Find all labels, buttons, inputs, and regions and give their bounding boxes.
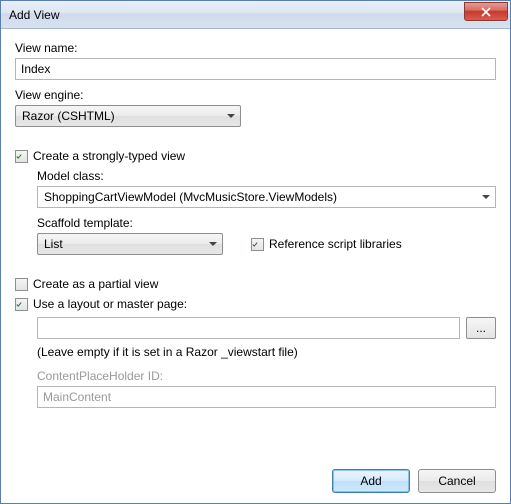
layout-checkbox[interactable] — [15, 298, 28, 311]
view-engine-select[interactable]: Razor (CSHTML) — [15, 105, 241, 127]
window-title: Add View — [9, 8, 464, 22]
titlebar: Add View — [1, 1, 510, 29]
view-name-label: View name: — [15, 41, 496, 55]
view-engine-value: Razor (CSHTML) — [22, 109, 115, 123]
cancel-button[interactable]: Cancel — [418, 469, 496, 493]
model-class-select[interactable]: ShoppingCartViewModel (MvcMusicStore.Vie… — [37, 186, 496, 208]
layout-row-check: Use a layout or master page: — [15, 297, 496, 311]
model-class-value: ShoppingCartViewModel (MvcMusicStore.Vie… — [44, 190, 337, 204]
cancel-button-label: Cancel — [438, 474, 475, 488]
view-engine-label: View engine: — [15, 88, 496, 102]
layout-hint: (Leave empty if it is set in a Razor _vi… — [37, 345, 496, 359]
strongly-typed-row: Create a strongly-typed view — [15, 149, 496, 163]
chevron-down-icon — [209, 242, 217, 246]
check-icon — [16, 299, 22, 310]
dialog-body: View name: View engine: Razor (CSHTML) C… — [1, 29, 510, 503]
partial-label: Create as a partial view — [33, 277, 158, 291]
add-view-dialog: Add View View name: View engine: Razor (… — [0, 0, 511, 504]
dialog-footer: Add Cancel — [15, 459, 496, 493]
chevron-down-icon — [482, 195, 490, 199]
scaffold-label: Scaffold template: — [37, 216, 496, 230]
strongly-typed-label: Create a strongly-typed view — [33, 149, 185, 163]
ref-scripts-checkbox[interactable] — [251, 238, 264, 251]
layout-label: Use a layout or master page: — [33, 297, 187, 311]
scaffold-select[interactable]: List — [37, 233, 223, 255]
add-button-label: Add — [360, 474, 381, 488]
browse-button[interactable]: ... — [466, 317, 496, 339]
browse-label: ... — [476, 321, 486, 335]
chevron-down-icon — [227, 114, 235, 118]
view-name-input[interactable] — [15, 58, 496, 80]
close-button[interactable] — [464, 2, 508, 21]
placeholder-input — [37, 386, 496, 408]
partial-view-row: Create as a partial view — [15, 277, 496, 291]
model-class-label: Model class: — [37, 169, 496, 183]
ref-scripts-label: Reference script libraries — [269, 237, 402, 251]
scaffold-value: List — [44, 237, 63, 251]
check-icon — [252, 239, 258, 250]
strongly-typed-checkbox[interactable] — [15, 150, 28, 163]
partial-checkbox[interactable] — [15, 278, 28, 291]
close-icon — [481, 7, 491, 17]
layout-path-input[interactable] — [37, 317, 460, 339]
placeholder-label: ContentPlaceHolder ID: — [37, 369, 496, 383]
check-icon — [16, 151, 22, 162]
add-button[interactable]: Add — [332, 469, 410, 493]
